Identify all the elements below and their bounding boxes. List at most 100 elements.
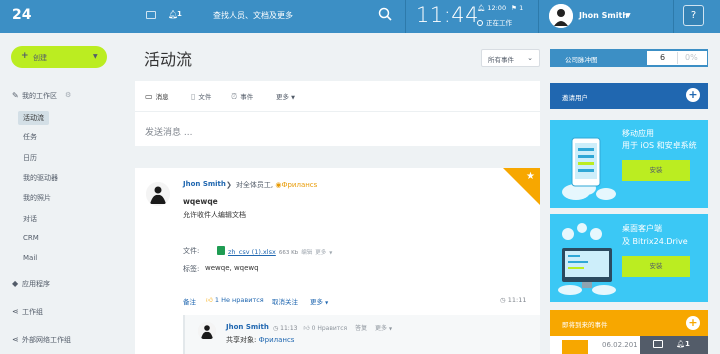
sidebar-item-conversations[interactable]: 对话 <box>23 214 37 224</box>
gear-icon[interactable]: ⚙ <box>65 91 71 99</box>
clock[interactable]: 11:44 <box>416 3 479 27</box>
install-mobile-button[interactable]: 安装 <box>622 160 690 181</box>
filter-dropdown[interactable]: 所有事件 ⌄ <box>481 49 540 67</box>
favorite-ribbon[interactable]: ★ <box>503 168 540 205</box>
flag-icon: ⚑ <box>511 4 517 12</box>
post-time: ◷ 11:11 <box>500 296 526 304</box>
message-input[interactable]: 发送消息 ... <box>145 125 192 138</box>
sidebar-item-activity-stream[interactable]: 活动流 <box>18 111 49 125</box>
avatar[interactable] <box>198 322 216 340</box>
tab-message-label: 消息 <box>155 93 169 101</box>
user-name[interactable]: Jhon Smith <box>579 11 628 20</box>
file-edit-link[interactable]: 编辑 <box>301 250 312 256</box>
chat-icon[interactable] <box>146 11 156 19</box>
thumbs-up-icon: 👍︎ <box>206 296 213 304</box>
header-divider <box>538 0 539 33</box>
bell-icon: 🔔︎ <box>477 4 486 12</box>
create-label: 创建 <box>33 54 47 62</box>
sidebar-item-calendar[interactable]: 日历 <box>23 153 37 163</box>
tab-message[interactable]: ▭ 消息 <box>145 91 169 101</box>
sidebar-item-my-drive[interactable]: 我的驱动器 <box>23 173 58 183</box>
mobile-subtitle: 用于 iOS 和安卓系统 <box>622 141 697 150</box>
comment-reply-button[interactable]: 答复 <box>355 325 367 332</box>
company-pulse[interactable]: 公司脉冲图 6 0% <box>550 49 708 67</box>
events-label: 即将到来的事件 <box>562 321 608 329</box>
create-button[interactable]: + 创建 ▼ <box>11 46 107 68</box>
chevron-down-icon: ▼ <box>325 300 329 305</box>
chat-bar[interactable]: 🔔︎ 1 <box>640 336 708 354</box>
add-user-button[interactable]: + <box>686 88 700 102</box>
sidebar-item-crm[interactable]: CRM <box>23 234 39 242</box>
groups-label: 工作组 <box>22 308 43 316</box>
install-desktop-button[interactable]: 安装 <box>622 256 690 277</box>
external-groups-label: 外部网络工作组 <box>22 336 71 344</box>
invite-label: 邀请用户 <box>562 94 588 102</box>
tab-event[interactable]: ⏰︎ 事件 <box>231 91 253 102</box>
unfollow-button[interactable]: 取消关注 <box>272 296 298 306</box>
chevron-down-icon: ▼ <box>93 53 98 60</box>
post-recipients: ❯ 对全体员工, ◉Фрилансs <box>226 180 317 190</box>
event-date[interactable]: 06.02.201 <box>602 341 638 349</box>
sidebar-item-tasks[interactable]: 任务 <box>23 132 37 142</box>
search-input[interactable]: 查找人员、文档及更多 <box>213 10 293 21</box>
sidebar-item-my-photos[interactable]: 我的照片 <box>23 193 51 203</box>
clock-icon: ◷ <box>273 325 279 332</box>
like-button[interactable]: 👍︎ 1 Не нравится <box>206 296 264 304</box>
chat-icon[interactable] <box>653 340 663 348</box>
excel-file-icon <box>217 246 225 255</box>
thumbs-up-icon: 👍︎ <box>303 325 310 332</box>
comment: Jhon Smith ◷ 11:13 👍︎ 0 Нравится 答复 更多 ▼… <box>183 315 540 354</box>
header-divider <box>673 0 674 33</box>
file-name-link[interactable]: zh_csv (1).xlsx <box>228 248 276 256</box>
like-label: 1 Не нравится <box>214 296 264 304</box>
pulse-label: 公司脉冲图 <box>565 56 598 64</box>
sidebar-section-external-groups[interactable]: ⋖ 外部网络工作组 <box>12 335 71 345</box>
comment-author[interactable]: Jhon Smith <box>226 323 269 331</box>
chevron-down-icon[interactable]: ▼ <box>626 12 631 19</box>
message-icon: ▭ <box>145 92 153 101</box>
comment-time: 11:13 <box>280 325 298 332</box>
avatar[interactable] <box>549 4 573 28</box>
file-size: 663 Kb <box>278 250 299 256</box>
comment-button[interactable]: 备注 <box>183 296 196 306</box>
comment-more-button[interactable]: 更多 ▼ <box>375 325 392 332</box>
shared-with-link[interactable]: Фрилансs <box>259 336 295 344</box>
notifications-count[interactable]: 1 <box>177 10 182 18</box>
commenter-avatar-image <box>198 322 216 340</box>
comment-like-button[interactable]: 👍︎ 0 Нравится <box>303 325 347 332</box>
chevron-right-icon: ❯ <box>226 181 232 189</box>
search-icon[interactable] <box>378 7 392 21</box>
post-tags[interactable]: wewqe, wqewq <box>205 264 259 272</box>
status-dot-icon <box>477 20 483 26</box>
alarm[interactable]: 🔔︎ 12:00 ⚑ 1 <box>477 4 523 12</box>
mobile-title: 移动应用 <box>622 129 654 138</box>
post-author[interactable]: Jhon Smith <box>183 180 226 188</box>
sidebar-section-groups[interactable]: ⋖ 工作组 <box>12 307 43 317</box>
logo[interactable]: 24 <box>12 7 31 23</box>
more-button[interactable]: 更多 ▼ <box>310 296 328 306</box>
tab-file[interactable]: ▯ 文件 <box>191 91 211 101</box>
chevron-down-icon: ▼ <box>388 326 393 331</box>
plus-icon: + <box>21 51 29 61</box>
chevron-down-icon[interactable]: ▼ <box>329 250 332 255</box>
chevron-down-icon: ▼ <box>291 95 295 101</box>
sidebar-item-mail[interactable]: Mail <box>23 254 37 262</box>
bell-icon[interactable]: 🔔︎ <box>676 340 685 348</box>
sidebar-section-apps[interactable]: ◆ 应用程序 <box>12 279 50 289</box>
add-event-button[interactable]: + <box>686 316 700 330</box>
invite-users-widget[interactable]: 邀请用户 + <box>550 83 708 109</box>
sidebar-section-workspace[interactable]: ✎ 我的工作区 <box>12 91 57 101</box>
avatar[interactable] <box>146 182 170 206</box>
help-button[interactable]: ? <box>683 5 704 26</box>
alarm-count: 1 <box>519 4 524 12</box>
tab-more-label: 更多 <box>276 93 289 101</box>
events-header[interactable]: 即将到来的事件 + <box>550 310 708 336</box>
divider <box>677 52 678 64</box>
recipient-group-link[interactable]: Фрилансs <box>281 181 317 189</box>
work-status[interactable]: 正在工作 <box>477 17 512 27</box>
desktop-illustration-icon <box>558 223 616 295</box>
desktop-app-promo: 桌面客户端 及 Bitrix24.Drive 安装 <box>550 214 708 302</box>
tab-more[interactable]: 更多 ▼ <box>276 91 295 101</box>
file-more-link[interactable]: 更多 <box>315 250 326 256</box>
workspace-label: 我的工作区 <box>22 92 57 100</box>
